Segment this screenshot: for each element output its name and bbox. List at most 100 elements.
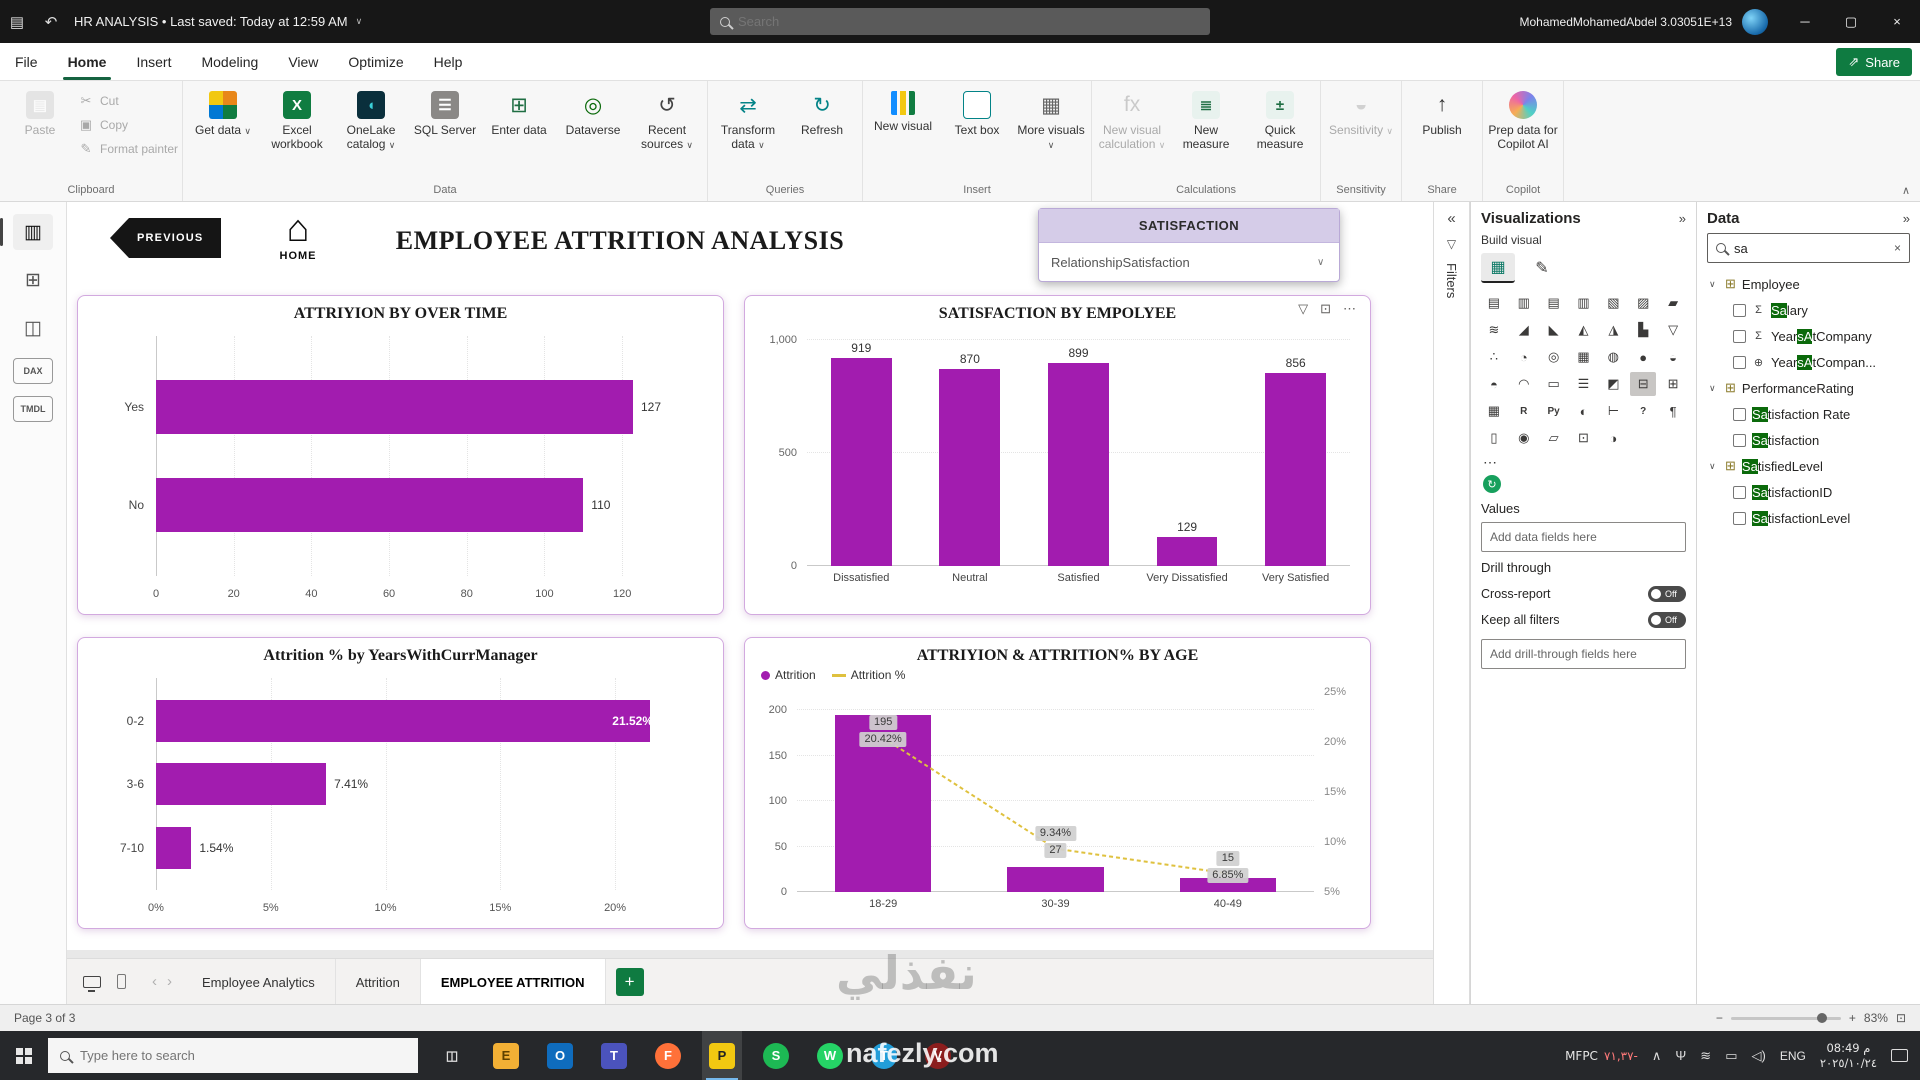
bar[interactable] (156, 478, 584, 532)
avatar[interactable] (1742, 8, 1768, 35)
line-chart-icon[interactable]: ≋ (1481, 318, 1507, 342)
dax-query-view-button[interactable]: DAX (13, 358, 53, 384)
collapse-visualizations-icon[interactable]: » (1679, 211, 1686, 226)
field-row[interactable]: Σ Salary (1707, 297, 1910, 323)
copy-button[interactable]: ▣ Copy (78, 117, 178, 133)
global-search-input[interactable] (738, 14, 1158, 29)
global-search[interactable] (710, 8, 1210, 35)
refresh-button[interactable]: ↻ Refresh (786, 85, 858, 138)
slicer-dropdown[interactable]: RelationshipSatisfaction ∨ (1039, 243, 1339, 281)
field-search-input[interactable] (1734, 240, 1874, 256)
menu-tab-insert[interactable]: Insert (121, 43, 186, 80)
paste-button[interactable]: ▤ Paste (4, 85, 76, 138)
shape-map-icon[interactable]: ◒ (1660, 345, 1686, 369)
smart-narrative-icon[interactable]: ¶ (1660, 399, 1686, 423)
matrix-icon[interactable]: ▦ (1481, 399, 1507, 423)
sql-server-button[interactable]: ☰ SQL Server (409, 85, 481, 138)
format-painter-button[interactable]: ✎ Format painter (78, 141, 178, 157)
field-row[interactable]: Satisfaction Rate (1707, 401, 1910, 427)
field-checkbox[interactable] (1733, 511, 1746, 525)
outlook-icon[interactable]: O (540, 1031, 580, 1080)
close-button[interactable]: × (1874, 0, 1920, 43)
metrics-icon[interactable]: ◑ (1600, 426, 1626, 450)
bar[interactable] (156, 826, 192, 869)
custom-visual-icon[interactable]: ↻ (1483, 475, 1501, 493)
task-view-icon[interactable]: ◫ (432, 1031, 472, 1080)
stock-ticker[interactable]: MFPC ٧١,٣٧- (1565, 1049, 1638, 1063)
fit-to-page-icon[interactable]: ⊡ (1896, 1011, 1906, 1025)
table-icon[interactable]: ⊞ (1660, 372, 1686, 396)
satisfaction-by-employee-visual[interactable]: ▽ ⊡ ⋯ SATISFACTION BY EMPOLYEE 0 500 1,000… (744, 295, 1371, 615)
stacked-bar-chart-icon[interactable]: ▤ (1481, 291, 1507, 315)
zoom-in-button[interactable]: + (1849, 1011, 1856, 1025)
field-checkbox[interactable] (1733, 303, 1746, 317)
menu-tab-home[interactable]: Home (53, 43, 122, 80)
key-influencers-icon[interactable]: ◐ (1571, 399, 1597, 423)
build-visual-tab[interactable]: ▦ (1481, 253, 1515, 283)
hidden-icons-chevron[interactable]: ∧ (1652, 1048, 1662, 1064)
file-explorer-icon[interactable]: E (486, 1031, 526, 1080)
pie-chart-icon[interactable]: ◔ (1511, 345, 1537, 369)
menu-tab-view[interactable]: View (273, 43, 333, 80)
keep-all-filters-toggle[interactable]: Off (1648, 612, 1686, 628)
get-data-button[interactable]: Get data ∨ (187, 85, 259, 138)
chevron-down-icon[interactable]: ∨ (1709, 461, 1719, 472)
menu-tab-modeling[interactable]: Modeling (186, 43, 273, 80)
new-visual-button[interactable]: New visual (867, 85, 939, 134)
zoom-slider[interactable] (1730, 1013, 1841, 1023)
treemap-icon[interactable]: ▦ (1571, 345, 1597, 369)
maximize-button[interactable]: ▢ (1828, 0, 1874, 43)
firefox-icon[interactable]: F (648, 1031, 688, 1080)
waterfall-chart-icon[interactable]: ▙ (1630, 318, 1656, 342)
page-tab-attrition[interactable]: Attrition (336, 959, 421, 1005)
menu-tab-file[interactable]: File (0, 43, 53, 80)
funnel-chart-icon[interactable]: ▽ (1660, 318, 1686, 342)
more-options-icon[interactable]: ⋯ (1343, 301, 1356, 317)
taskbar-search-input[interactable] (80, 1048, 360, 1063)
bar[interactable] (830, 358, 892, 566)
undo-icon[interactable]: ↶ (34, 13, 68, 31)
table-row[interactable]: ∨ ⊞ Employee (1707, 271, 1910, 297)
multirow-card-icon[interactable]: ☰ (1571, 372, 1597, 396)
format-visual-tab[interactable]: ✎ (1525, 253, 1559, 283)
bar[interactable] (939, 369, 1001, 566)
zoom-out-button[interactable]: − (1716, 1011, 1723, 1025)
menu-tab-help[interactable]: Help (419, 43, 478, 80)
scatter-chart-icon[interactable]: ∴ (1481, 345, 1507, 369)
report-view-button[interactable]: ▥ (0, 214, 53, 250)
stacked-area-chart-icon[interactable]: ◣ (1541, 318, 1567, 342)
field-row[interactable]: ⊕ YearsAtCompan... (1707, 349, 1910, 375)
model-view-button[interactable]: ◫ (13, 310, 53, 346)
add-data-fields-well[interactable]: Add data fields here (1481, 522, 1686, 552)
microphone-icon[interactable]: Ψ (1675, 1048, 1686, 1063)
field-checkbox[interactable] (1733, 485, 1746, 499)
attrition-by-age-visual[interactable]: ATTRIYION & ATTRITION% BY AGE Attrition A… (744, 637, 1371, 929)
100-stacked-column-chart-icon[interactable]: ▨ (1630, 291, 1656, 315)
minimize-button[interactable]: ─ (1782, 0, 1828, 43)
clear-search-icon[interactable]: × (1894, 241, 1901, 255)
network-icon[interactable]: ≋ (1700, 1048, 1711, 1064)
dataverse-button[interactable]: ◎ Dataverse (557, 85, 629, 138)
field-checkbox[interactable] (1733, 355, 1746, 369)
save-icon[interactable]: ▤ (0, 13, 34, 31)
start-button[interactable] (0, 1031, 48, 1080)
cut-button[interactable]: ✂ Cut (78, 93, 178, 109)
gauge-icon[interactable]: ◠ (1511, 372, 1537, 396)
onelake-catalog-button[interactable]: ◖ OneLake catalog ∨ (335, 85, 407, 152)
publish-button[interactable]: ↑ Publish (1406, 85, 1478, 138)
next-page-icon[interactable]: › (167, 973, 172, 990)
field-row[interactable]: Satisfaction (1707, 427, 1910, 453)
stacked-column-chart-icon[interactable]: ▥ (1511, 291, 1537, 315)
volume-icon[interactable]: ◁) (1751, 1048, 1765, 1064)
clustered-column-chart-icon[interactable]: ▥ (1571, 291, 1597, 315)
field-row[interactable]: SatisfactionID (1707, 479, 1910, 505)
transform-data-button[interactable]: ⇄ Transform data ∨ (712, 85, 784, 152)
teams-icon[interactable]: T (594, 1031, 634, 1080)
map-icon[interactable]: ◍ (1600, 345, 1626, 369)
line-stacked-column-chart-icon[interactable]: ◭ (1571, 318, 1597, 342)
field-checkbox[interactable] (1733, 407, 1746, 421)
add-page-button[interactable]: + (615, 967, 644, 996)
bar[interactable] (156, 763, 327, 805)
page-tab-employee-analytics[interactable]: Employee Analytics (182, 959, 336, 1005)
decomposition-tree-icon[interactable]: ⊢ (1600, 399, 1626, 423)
